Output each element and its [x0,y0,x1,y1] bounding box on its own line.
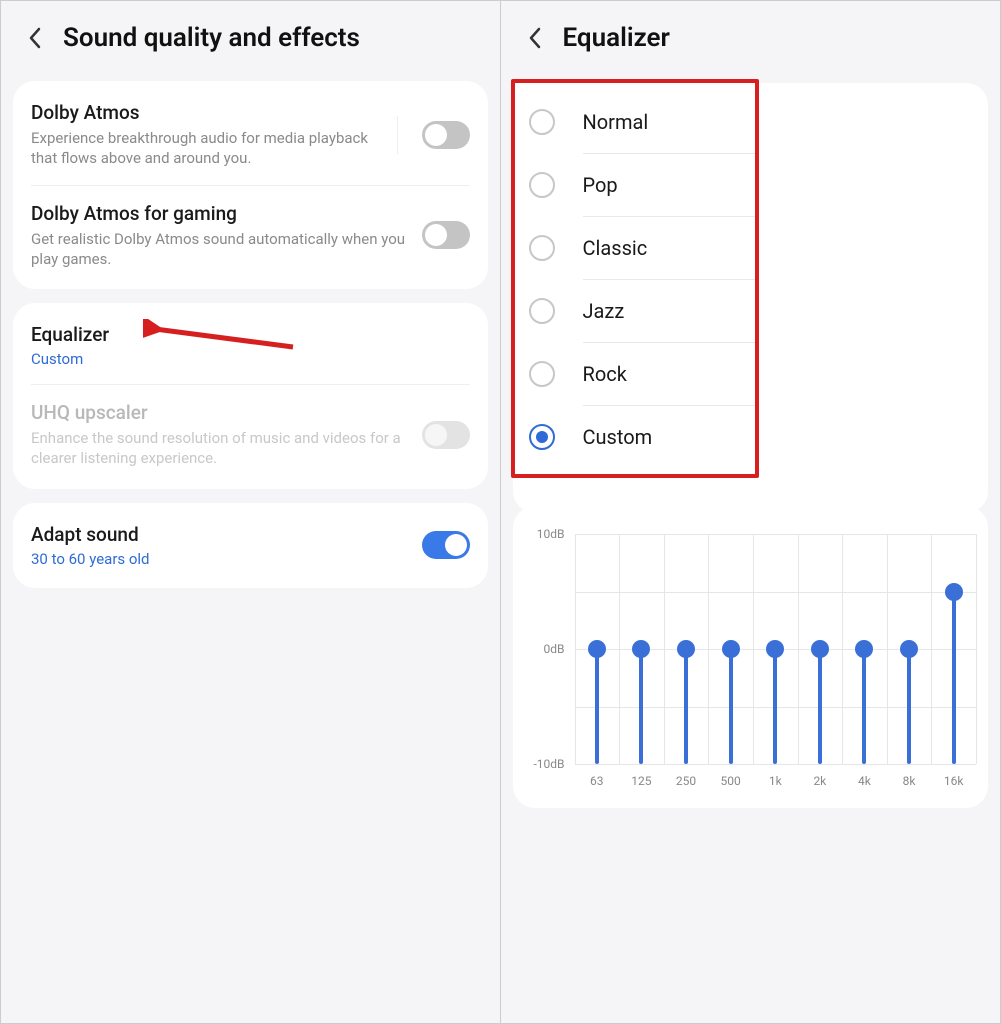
eq-slider-knob[interactable] [632,640,650,658]
row-subtitle: Enhance the sound resolution of music an… [31,428,412,469]
radio-icon[interactable] [529,235,555,261]
row-title: Adapt sound [31,523,412,546]
eq-xlabel: 16k [931,774,976,788]
radio-row-custom[interactable]: Custom [515,406,755,468]
eq-slider-knob[interactable] [588,640,606,658]
card-equalizer: Equalizer Custom UHQ upscaler Enhance th… [13,303,488,489]
eq-band-63[interactable] [575,534,620,764]
header: Equalizer [501,1,1001,81]
radio-icon[interactable] [529,361,555,387]
row-title: Dolby Atmos for gaming [31,202,412,225]
eq-slider-knob[interactable] [766,640,784,658]
eq-xlabel: 125 [619,774,664,788]
eq-slider-knob[interactable] [677,640,695,658]
annotation-highlight-box: Normal Pop Classic Jazz Rock Custom [511,79,759,478]
eq-ylabel: 10dB [537,527,565,541]
back-icon[interactable] [521,24,549,52]
pane-sound-quality: Sound quality and effects Dolby Atmos Ex… [1,1,501,1023]
card-adapt-sound: Adapt sound 30 to 60 years old [13,503,488,588]
row-subtitle: Get realistic Dolby Atmos sound automati… [31,229,412,270]
eq-xlabel: 2k [798,774,843,788]
radio-label: Normal [583,110,649,134]
eq-xlabel: 250 [664,774,709,788]
row-title: Dolby Atmos [31,101,397,124]
eq-xlabel: 8k [887,774,932,788]
row-uhq-upscaler: UHQ upscaler Enhance the sound resolutio… [13,385,488,485]
row-subtitle: Experience breakthrough audio for media … [31,128,397,169]
radio-label: Rock [583,362,627,386]
eq-band-1k[interactable] [753,534,798,764]
radio-row-classic[interactable]: Classic [515,217,755,279]
eq-band-8k[interactable] [887,534,932,764]
pane-equalizer: Equalizer Normal Pop Classic Jazz Rock Custom… [501,1,1001,1023]
radio-row-rock[interactable]: Rock [515,343,755,405]
eq-slider-knob[interactable] [900,640,918,658]
radio-icon[interactable] [529,298,555,324]
radio-label: Jazz [583,299,625,323]
radio-row-normal[interactable]: Normal [515,91,755,153]
radio-icon[interactable] [529,172,555,198]
radio-label: Classic [583,236,648,260]
row-adapt-sound[interactable]: Adapt sound 30 to 60 years old [13,507,488,584]
eq-xlabel: 1k [753,774,798,788]
eq-xlabels: 631252505001k2k4k8k16k [575,774,977,788]
card-dolby: Dolby Atmos Experience breakthrough audi… [13,81,488,289]
preset-list-wrap: Normal Pop Classic Jazz Rock Custom [501,79,1001,478]
radio-label: Custom [583,425,653,449]
toggle-uhq [422,421,470,449]
eq-xlabel: 63 [575,774,620,788]
eq-slider-knob[interactable] [811,640,829,658]
radio-icon[interactable] [529,109,555,135]
radio-icon[interactable] [529,424,555,450]
eq-xlabel: 4k [842,774,887,788]
eq-ylabel: 0dB [544,642,565,656]
eq-slider-knob[interactable] [855,640,873,658]
row-value: Custom [31,350,470,368]
row-dolby-atmos[interactable]: Dolby Atmos Experience breakthrough audi… [13,85,488,185]
row-title: Equalizer [31,323,470,346]
radio-label: Pop [583,173,618,197]
eq-band-4k[interactable] [842,534,887,764]
header: Sound quality and effects [1,1,500,81]
page-title: Sound quality and effects [63,23,360,53]
eq-band-500[interactable] [708,534,753,764]
eq-ylabel: -10dB [533,757,564,771]
eq-slider-knob[interactable] [722,640,740,658]
eq-slider-knob[interactable] [945,583,963,601]
toggle-dolby-atmos[interactable] [422,121,470,149]
eq-band-250[interactable] [664,534,709,764]
row-equalizer[interactable]: Equalizer Custom [13,307,488,384]
eq-band-2k[interactable] [798,534,843,764]
eq-band-125[interactable] [619,534,664,764]
eq-grid: 10dB0dB-10dB [575,534,977,764]
eq-band-16k[interactable] [931,534,976,764]
eq-xlabel: 500 [708,774,753,788]
page-title: Equalizer [563,23,670,53]
row-value: 30 to 60 years old [31,550,412,568]
radio-row-jazz[interactable]: Jazz [515,280,755,342]
toggle-adapt-sound[interactable] [422,531,470,559]
row-dolby-gaming[interactable]: Dolby Atmos for gaming Get realistic Dol… [13,186,488,286]
radio-row-pop[interactable]: Pop [515,154,755,216]
toggle-dolby-gaming[interactable] [422,221,470,249]
equalizer-chart: 10dB0dB-10dB 631252505001k2k4k8k16k [513,506,989,808]
back-icon[interactable] [21,24,49,52]
row-title: UHQ upscaler [31,401,412,424]
